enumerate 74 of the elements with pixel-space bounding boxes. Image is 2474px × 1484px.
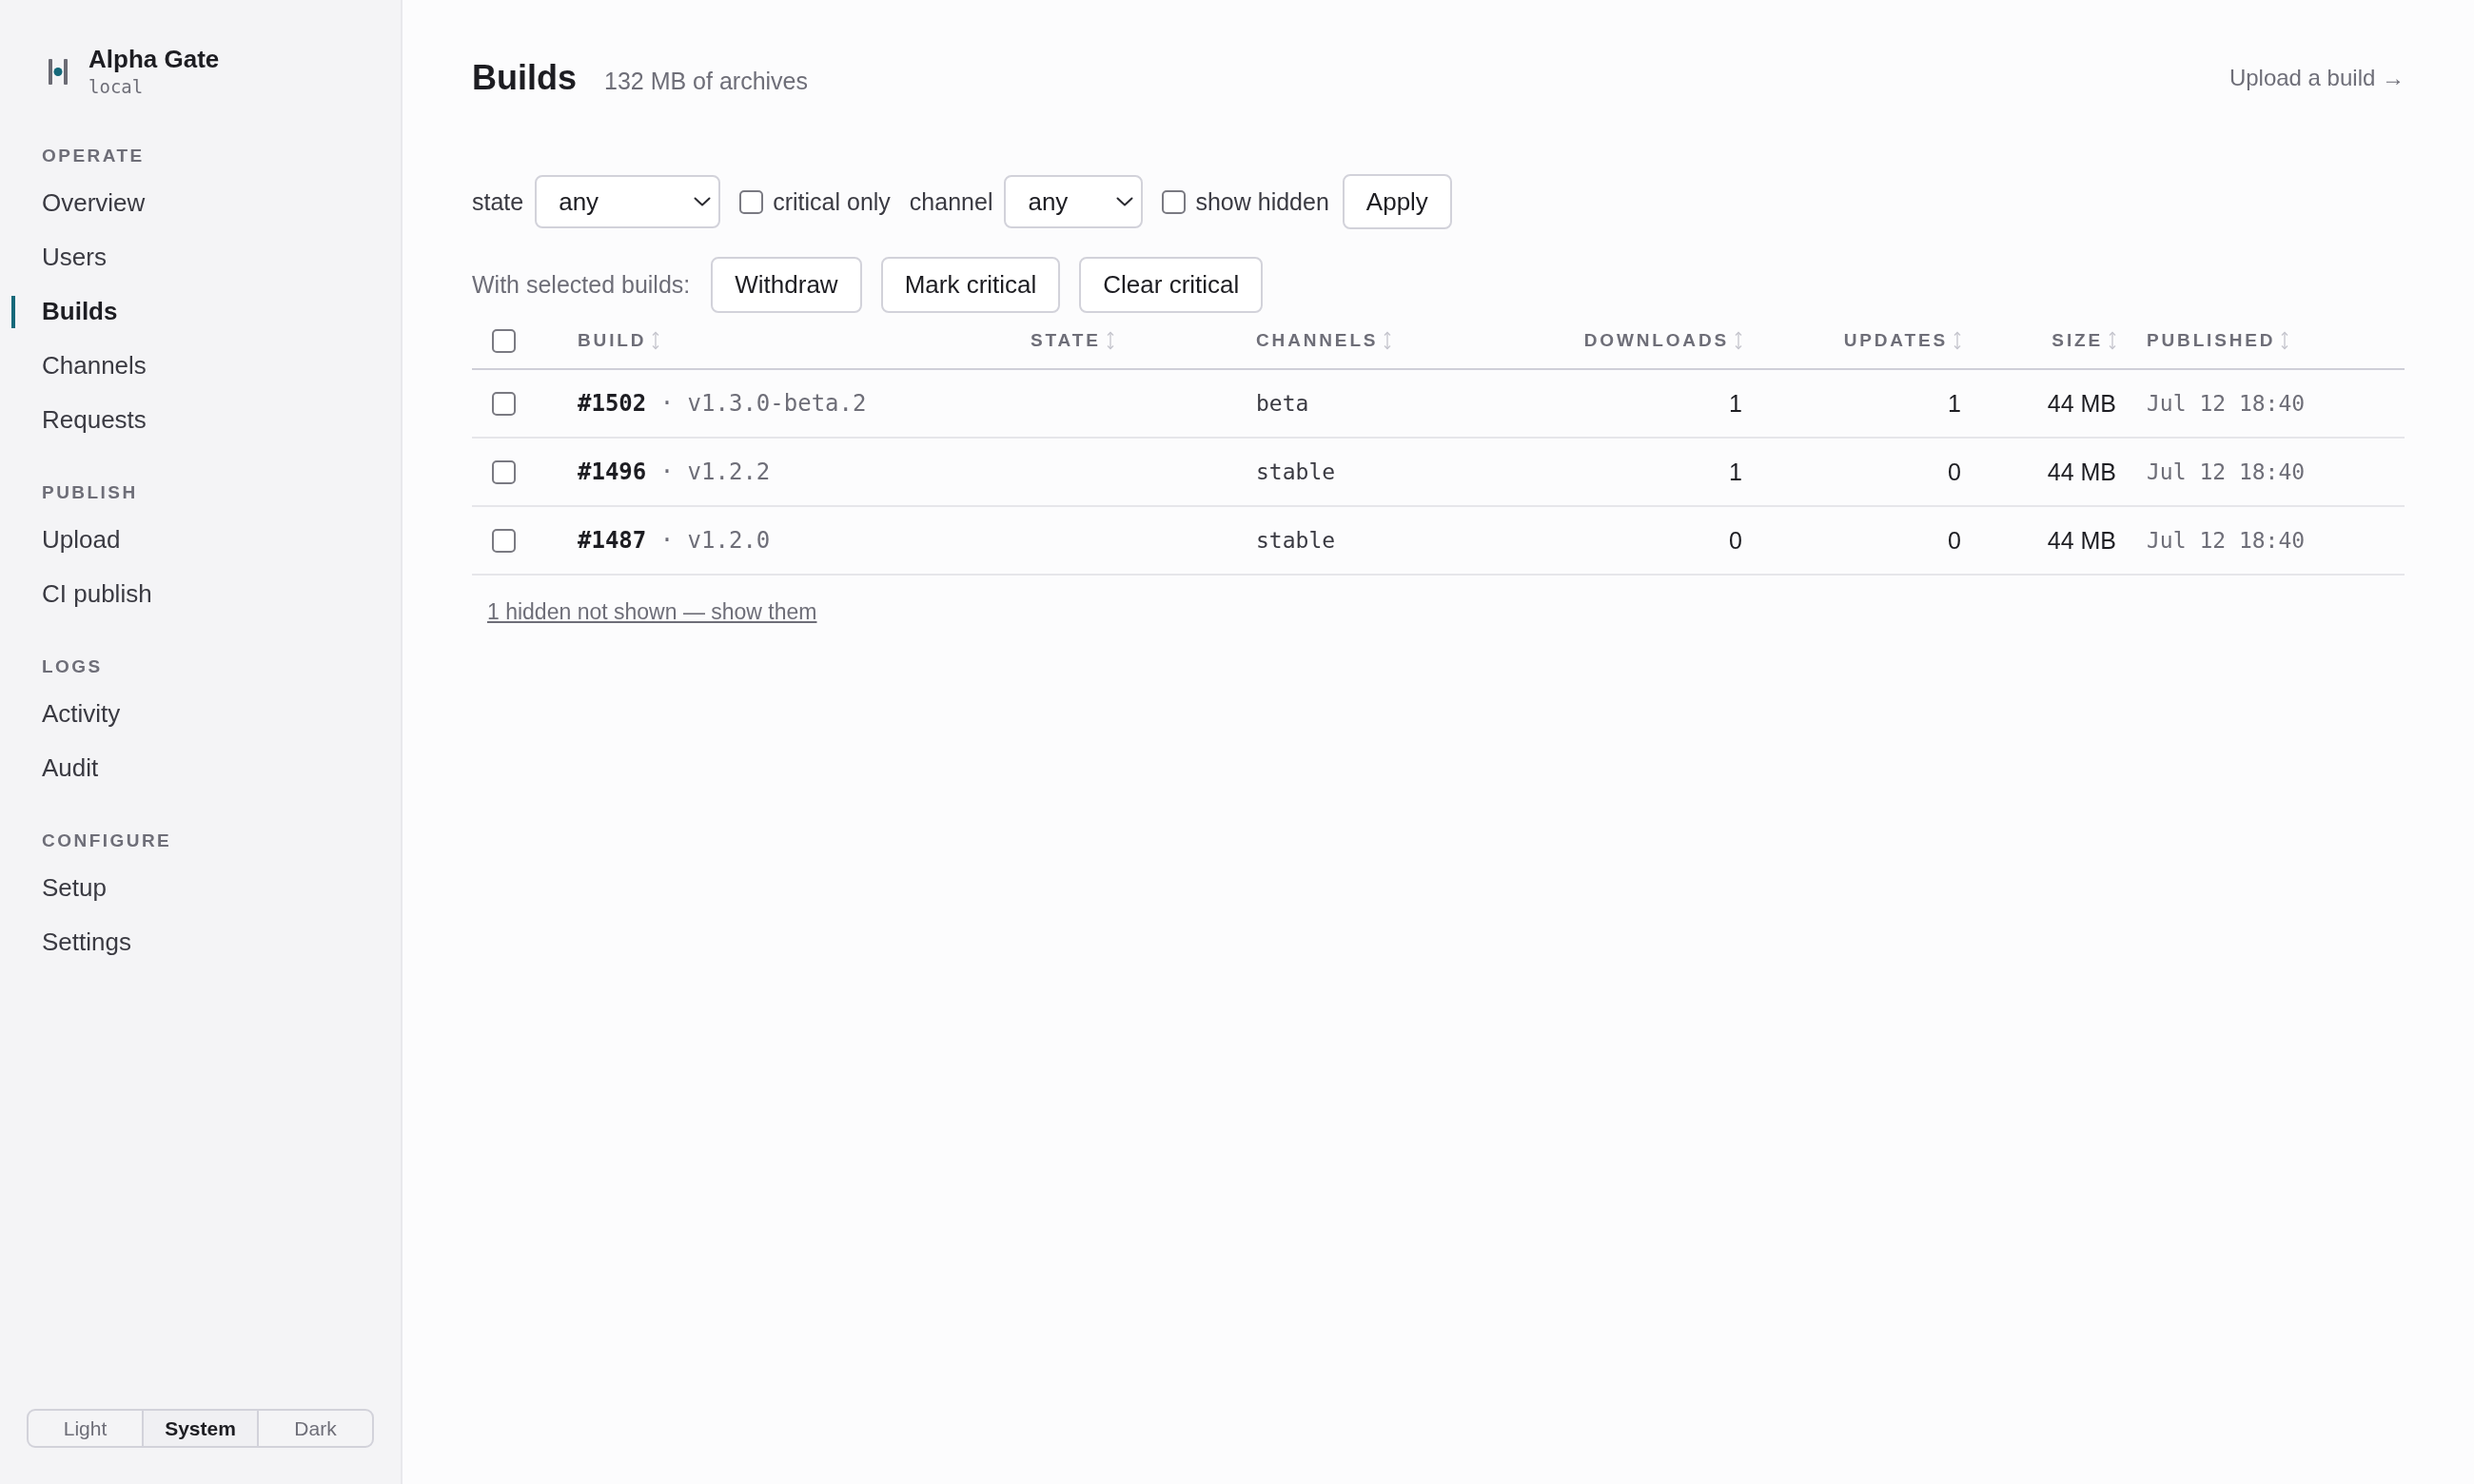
build-cell: #1496 · v1.2.2 [578, 459, 771, 485]
theme-option[interactable]: Dark [259, 1411, 372, 1446]
sort-icon[interactable] [2109, 331, 2116, 350]
sort-icon[interactable] [652, 331, 660, 350]
page-title: Builds [472, 57, 577, 99]
channel-cell: stable [1256, 528, 1336, 553]
build-cell: #1487 · v1.2.0 [578, 527, 771, 554]
column-header[interactable]: CHANNELS [1256, 330, 1379, 351]
logo-icon [49, 58, 68, 85]
action-button[interactable]: Clear critical [1079, 257, 1264, 313]
bulk-actions-label: With selected builds: [472, 271, 691, 299]
row-checkbox[interactable] [492, 459, 516, 484]
upload-link[interactable]: Upload a build → [2229, 65, 2405, 91]
sort-icon[interactable] [2281, 331, 2289, 350]
nav-item[interactable]: Activity [11, 687, 134, 741]
column-header[interactable]: STATE [1031, 330, 1101, 351]
sort-icon[interactable] [1106, 331, 1114, 350]
select-all-checkbox[interactable] [492, 328, 516, 353]
theme-option[interactable]: System [144, 1411, 259, 1446]
nav-item[interactable]: Channels [11, 339, 160, 393]
channel-cell: stable [1256, 459, 1336, 484]
nav-item[interactable]: Settings [11, 915, 145, 969]
column-header[interactable]: BUILD [578, 330, 647, 351]
column-header[interactable]: PUBLISHED [2147, 330, 2276, 351]
size-cell: 44 MB [2047, 526, 2116, 554]
app-name: Alpha Gate [88, 44, 220, 74]
updates-cell: 0 [1948, 458, 1961, 485]
published-cell: Jul 12 18:40 [2147, 459, 2306, 484]
apply-button[interactable]: Apply [1342, 174, 1452, 229]
column-header[interactable]: SIZE [2052, 330, 2103, 351]
filter-label: state [472, 187, 524, 216]
checkbox[interactable] [739, 189, 764, 214]
nav-item[interactable]: Users [11, 230, 120, 284]
sort-icon[interactable] [1384, 331, 1392, 350]
row-checkbox[interactable] [492, 528, 516, 553]
action-button[interactable]: Mark critical [880, 257, 1061, 313]
sort-icon[interactable] [1954, 331, 1961, 350]
checkbox-label: show hidden [1195, 187, 1329, 216]
size-cell: 44 MB [2047, 389, 2116, 417]
published-cell: Jul 12 18:40 [2147, 528, 2306, 553]
updates-cell: 0 [1948, 526, 1961, 554]
action-button[interactable]: Withdraw [711, 257, 862, 313]
storage-summary: 132 MB of archives [604, 68, 808, 95]
column-header[interactable]: UPDATES [1843, 330, 1948, 351]
nav-item[interactable]: Requests [11, 393, 160, 447]
nav-item[interactable]: Upload [11, 513, 134, 567]
chevron-down-icon [694, 197, 712, 206]
section-heading: LOGS [41, 655, 103, 678]
checkbox-label: critical only [773, 187, 891, 216]
column-header[interactable]: DOWNLOADS [1583, 330, 1729, 351]
nav-item[interactable]: CI publish [11, 567, 166, 621]
nav-item[interactable]: Setup [11, 861, 120, 915]
build-cell: #1502 · v1.3.0-beta.2 [578, 390, 867, 417]
section-heading: CONFIGURE [41, 830, 172, 852]
show-hidden-link[interactable]: 1 hidden not shown — show them [487, 599, 817, 624]
section-heading: OPERATE [41, 145, 145, 167]
filter-label: channel [909, 187, 993, 216]
nav-item[interactable]: Overview [11, 176, 159, 230]
updates-cell: 1 [1948, 389, 1961, 417]
channel-cell: beta [1256, 391, 1309, 416]
row-checkbox[interactable] [492, 391, 516, 416]
chevron-down-icon [1116, 197, 1134, 206]
dropdown[interactable]: any [1004, 175, 1144, 228]
nav-item[interactable]: Audit [11, 741, 112, 795]
dropdown[interactable]: any [535, 175, 721, 228]
downloads-cell: 1 [1729, 458, 1742, 485]
size-cell: 44 MB [2047, 458, 2116, 485]
sort-icon[interactable] [1735, 331, 1742, 350]
environment-label: local [88, 75, 145, 99]
downloads-cell: 0 [1729, 526, 1742, 554]
checkbox[interactable] [1162, 189, 1187, 214]
published-cell: Jul 12 18:40 [2147, 391, 2306, 416]
section-heading: PUBLISH [41, 481, 138, 504]
downloads-cell: 1 [1729, 389, 1742, 417]
